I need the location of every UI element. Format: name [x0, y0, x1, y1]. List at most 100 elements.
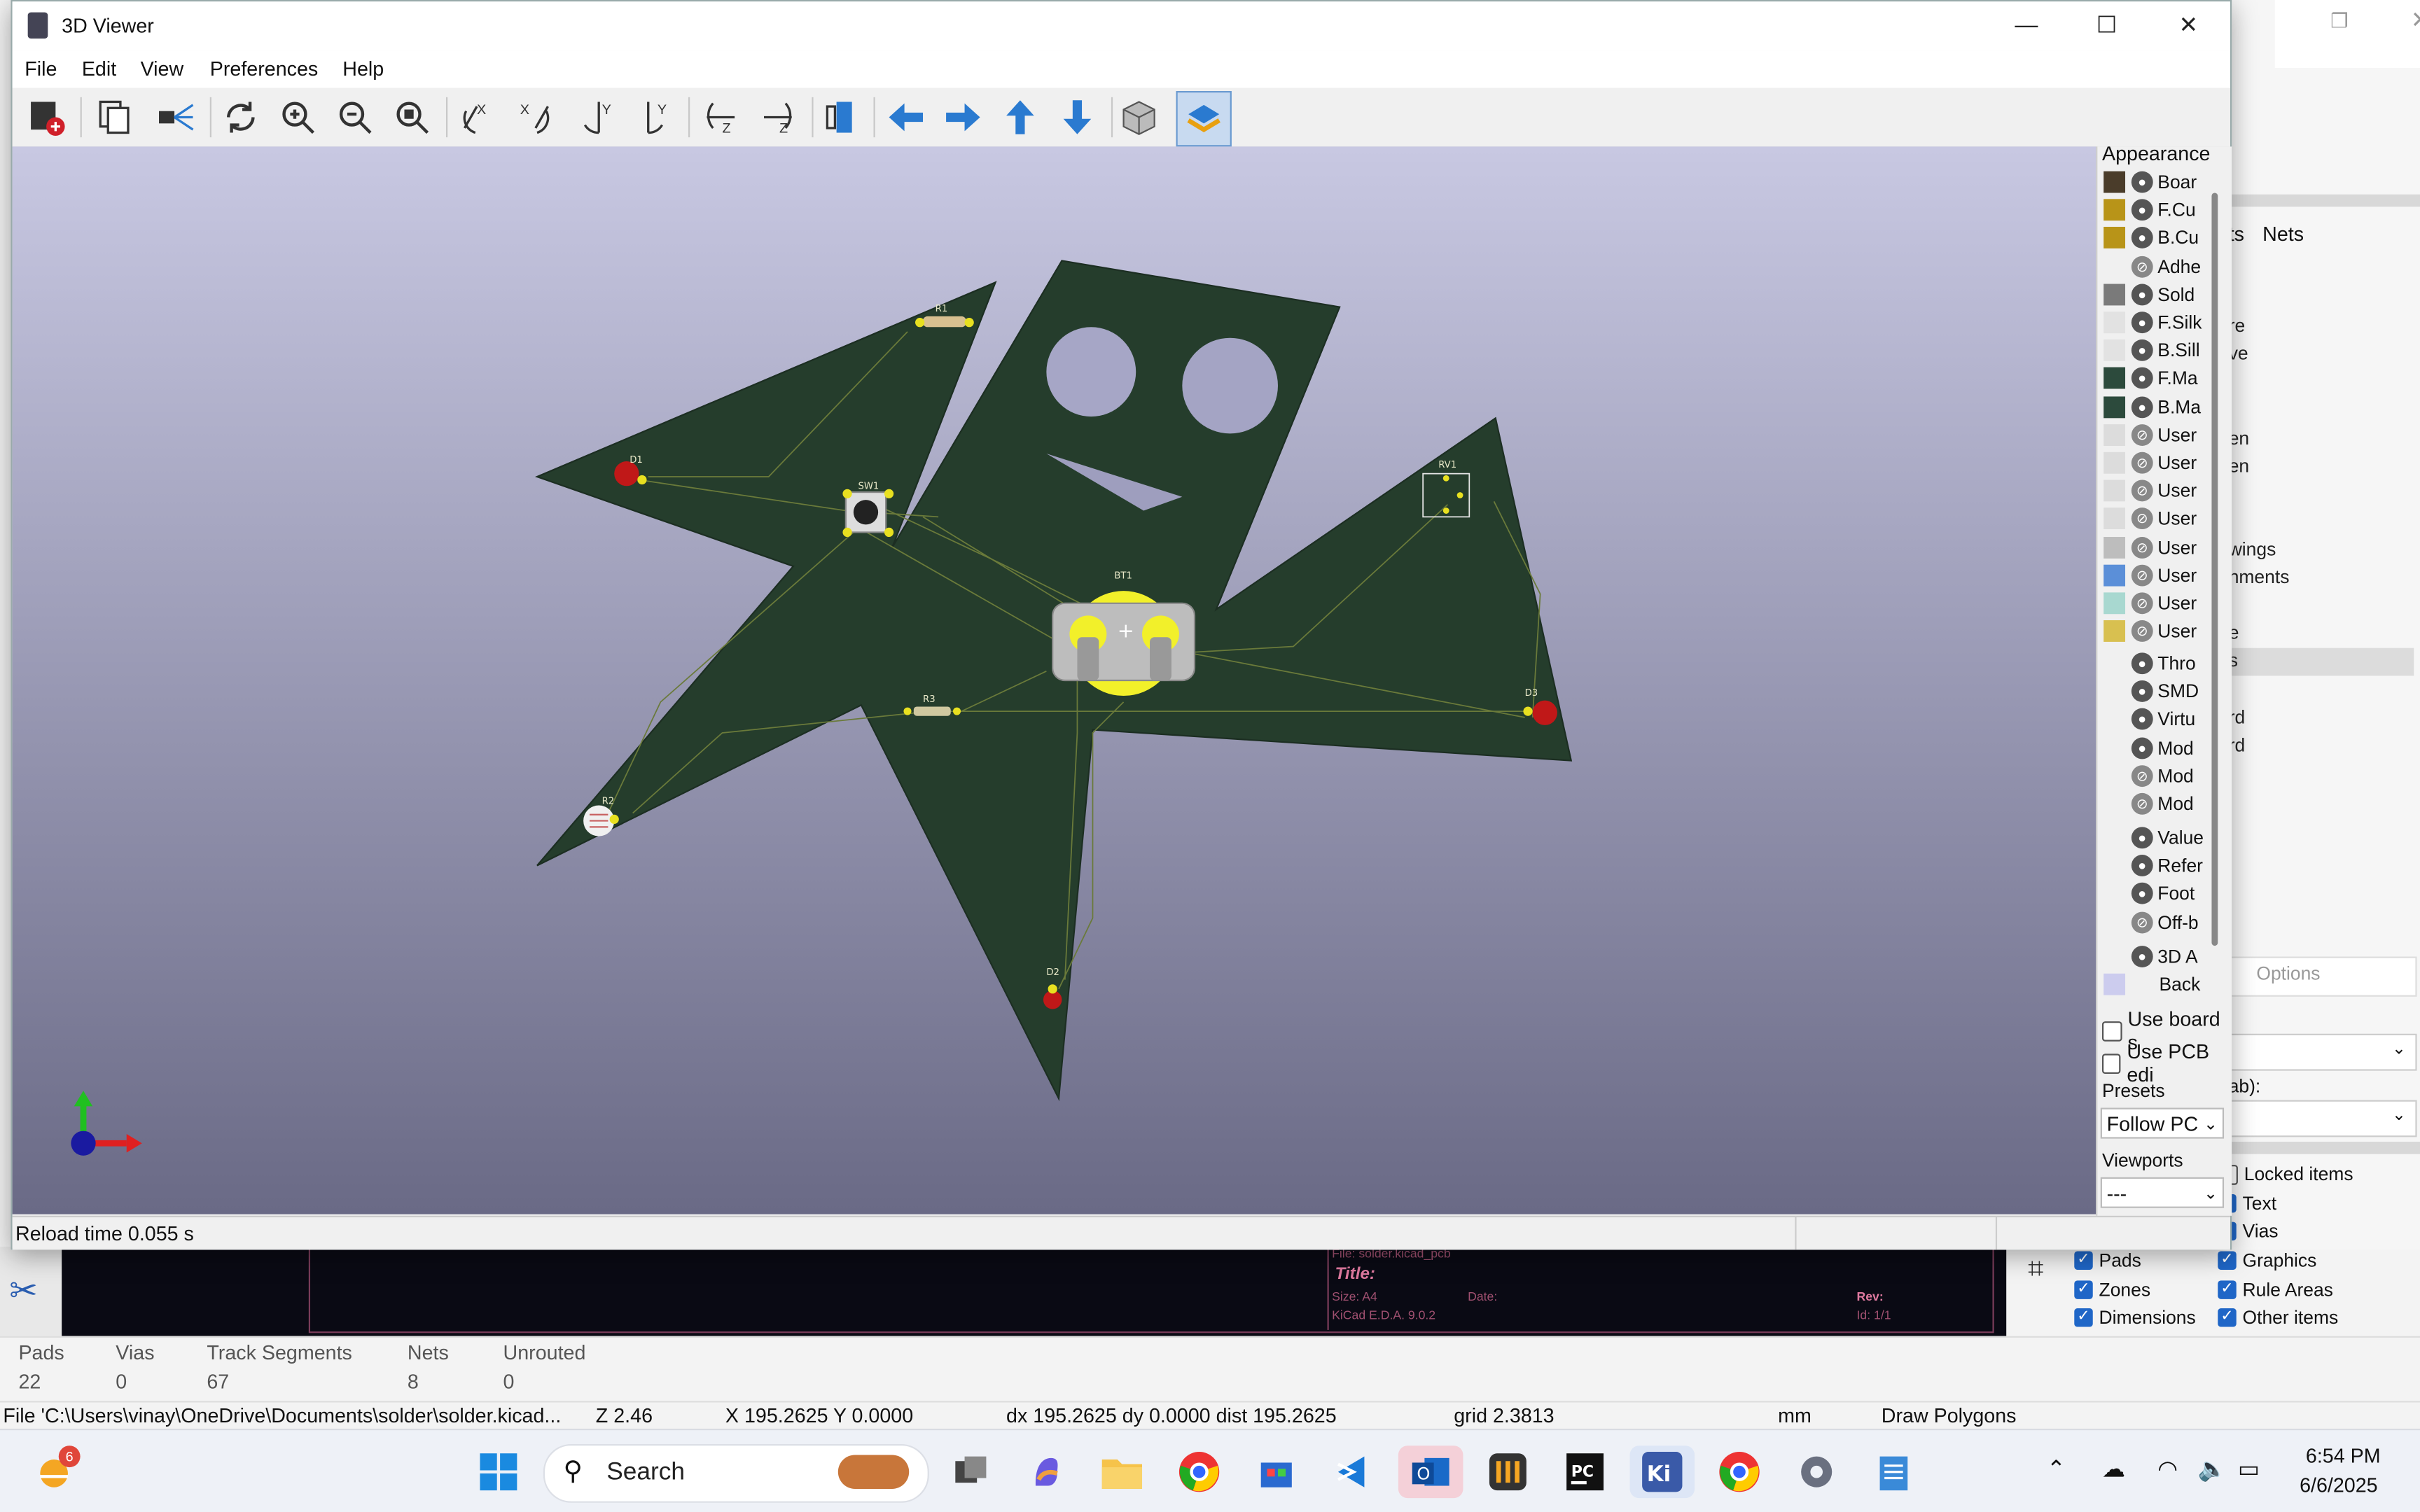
zoom-out-icon[interactable]	[331, 92, 380, 142]
check-rule-areas[interactable]: ✓ Rule Areas	[2218, 1279, 2333, 1301]
store-icon[interactable]	[1250, 1446, 1302, 1498]
object-row[interactable]: ⊘ Mod	[2131, 792, 2194, 816]
color-swatch[interactable]	[2103, 536, 2126, 558]
volume-icon[interactable]: 🔈	[2198, 1455, 2227, 1483]
layer-row[interactable]: ⊘ User	[2103, 479, 2197, 503]
color-swatch[interactable]	[2103, 199, 2126, 221]
viewports-dropdown[interactable]: --- ⌄	[2100, 1177, 2225, 1208]
battery-icon[interactable]: ▭	[2238, 1455, 2260, 1483]
restore-icon[interactable]: ❐	[2330, 9, 2349, 34]
eye-icon[interactable]: ●	[2131, 340, 2153, 362]
color-swatch[interactable]	[2103, 368, 2126, 390]
pycharm-icon[interactable]: PC	[1559, 1446, 1611, 1498]
eye-off-icon[interactable]: ⊘	[2131, 911, 2153, 933]
check-graphics[interactable]: ✓ Graphics	[2218, 1250, 2316, 1271]
eye-icon[interactable]: ●	[2131, 708, 2153, 731]
rotate-y-ccw-icon[interactable]: Y	[630, 92, 679, 142]
color-swatch[interactable]	[2103, 973, 2126, 995]
layer-row[interactable]: ● B.Cu	[2103, 226, 2199, 251]
object-row[interactable]: ⊘ Off-b	[2131, 910, 2199, 934]
color-swatch[interactable]	[2103, 508, 2126, 530]
eye-off-icon[interactable]: ⊘	[2131, 792, 2153, 815]
layer-row[interactable]: ⊘ User	[2103, 535, 2197, 559]
orthographic-icon[interactable]	[1114, 92, 1164, 142]
color-swatch[interactable]	[2103, 227, 2126, 249]
close-icon[interactable]: ✕	[2411, 6, 2420, 34]
object-row[interactable]: ● Foot	[2131, 881, 2195, 906]
pan-right-icon[interactable]	[938, 92, 988, 142]
outlook-icon[interactable]: O	[1398, 1446, 1463, 1499]
presets-dropdown[interactable]: Follow PC ⌄	[2100, 1107, 2225, 1139]
zoom-fit-icon[interactable]	[387, 92, 437, 142]
kicad-icon[interactable]: Ki	[1629, 1446, 1695, 1499]
layer-row[interactable]: ● F.Silk	[2103, 310, 2202, 335]
start-icon[interactable]	[472, 1446, 524, 1498]
eye-icon[interactable]: ●	[2131, 946, 2153, 967]
model-row[interactable]: ● 3D A	[2131, 944, 2198, 969]
check-pads[interactable]: ✓ Pads	[2074, 1250, 2141, 1271]
object-row[interactable]: ● Thro	[2131, 651, 2196, 676]
color-swatch[interactable]	[2103, 451, 2126, 474]
object-row[interactable]: ● SMD	[2131, 679, 2199, 704]
tools-icon[interactable]: ✂	[9, 1271, 38, 1311]
color-swatch[interactable]	[2103, 171, 2126, 193]
viewer-titlebar[interactable]: 3D Viewer — ☐ ✕	[12, 1, 2230, 51]
rotate-x-cw-icon[interactable]: X	[454, 92, 503, 142]
eye-icon[interactable]: ●	[2131, 680, 2153, 703]
clock-date[interactable]: 6/6/2025	[2300, 1474, 2378, 1497]
color-swatch[interactable]	[2103, 284, 2126, 305]
check-other-items[interactable]: ✓ Other items	[2218, 1307, 2338, 1329]
eye-off-icon[interactable]: ⊘	[2131, 764, 2153, 787]
eye-off-icon[interactable]: ⊘	[2131, 564, 2153, 587]
object-row[interactable]: ● Value	[2131, 825, 2204, 850]
maximize-button[interactable]: ☐	[2071, 8, 2142, 45]
eye-off-icon[interactable]: ⊘	[2131, 255, 2153, 277]
layer-row[interactable]: ● Sold	[2103, 282, 2195, 307]
color-swatch[interactable]	[2103, 340, 2126, 362]
chevron-up-icon[interactable]: ⌃	[2047, 1455, 2066, 1483]
file-explorer-icon[interactable]	[1096, 1446, 1148, 1498]
layer-row[interactable]: ⊘ User	[2103, 451, 2197, 475]
eye-icon[interactable]: ●	[2131, 652, 2153, 675]
weather-icon[interactable]: 6	[28, 1446, 81, 1498]
clock-time[interactable]: 6:54 PM	[2306, 1444, 2381, 1467]
copilot-icon[interactable]	[1020, 1446, 1073, 1498]
measure-tool[interactable]: ⌗	[2006, 1246, 2075, 1336]
eye-icon[interactable]: ●	[2131, 199, 2153, 221]
menu-preferences[interactable]: Preferences	[210, 57, 318, 80]
eye-icon[interactable]: ●	[2131, 736, 2153, 759]
layer-row[interactable]: ● B.Sill	[2103, 338, 2200, 363]
rotate-x-ccw-icon[interactable]: X	[509, 92, 559, 142]
eye-icon[interactable]: ●	[2131, 855, 2153, 877]
menu-view[interactable]: View	[141, 57, 184, 80]
app-icon[interactable]	[1482, 1446, 1534, 1498]
task-view-icon[interactable]	[945, 1446, 997, 1498]
object-row[interactable]: ⊘ Mod	[2131, 764, 2194, 788]
layer-row[interactable]: ⊘ User	[2103, 619, 2197, 643]
chrome-icon[interactable]	[1173, 1446, 1225, 1498]
rotate-z-ccw-icon[interactable]: Z	[753, 92, 803, 142]
layer-row[interactable]: ● F.Ma	[2103, 366, 2198, 391]
dropdown-2[interactable]: ⌄	[2228, 1100, 2417, 1138]
eye-icon[interactable]: ●	[2131, 284, 2153, 305]
use-pcb-editor-checkbox[interactable]: Use PCB edi	[2101, 1040, 2232, 1086]
object-row[interactable]: ● Refer	[2131, 853, 2203, 878]
object-row[interactable]: ● Mod	[2131, 735, 2194, 760]
color-swatch[interactable]	[2103, 564, 2126, 587]
eye-off-icon[interactable]: ⊘	[2131, 592, 2153, 615]
3d-canvas[interactable]: R1 D1 SW1 + BT1 RV1 R3 D3 R2 D2	[12, 146, 2096, 1214]
pcb-canvas[interactable]: File: solder.kicad_pcb Title: Size: A4 D…	[62, 1246, 2007, 1336]
pan-up-icon[interactable]	[996, 92, 1045, 142]
rotate-y-cw-icon[interactable]: Y	[574, 92, 624, 142]
settings-icon[interactable]	[1790, 1446, 1843, 1498]
layer-row[interactable]: ● F.Cu	[2103, 198, 2196, 223]
color-swatch[interactable]	[2103, 592, 2126, 615]
color-swatch[interactable]	[2103, 479, 2126, 502]
raytrace-icon[interactable]	[151, 92, 201, 142]
vscode-icon[interactable]	[1328, 1446, 1380, 1498]
color-swatch[interactable]	[2103, 620, 2126, 643]
menu-file[interactable]: File	[25, 57, 57, 80]
check-locked-items[interactable]: Locked items	[2218, 1163, 2353, 1185]
color-swatch[interactable]	[2103, 312, 2126, 334]
reload-icon[interactable]	[216, 92, 266, 142]
